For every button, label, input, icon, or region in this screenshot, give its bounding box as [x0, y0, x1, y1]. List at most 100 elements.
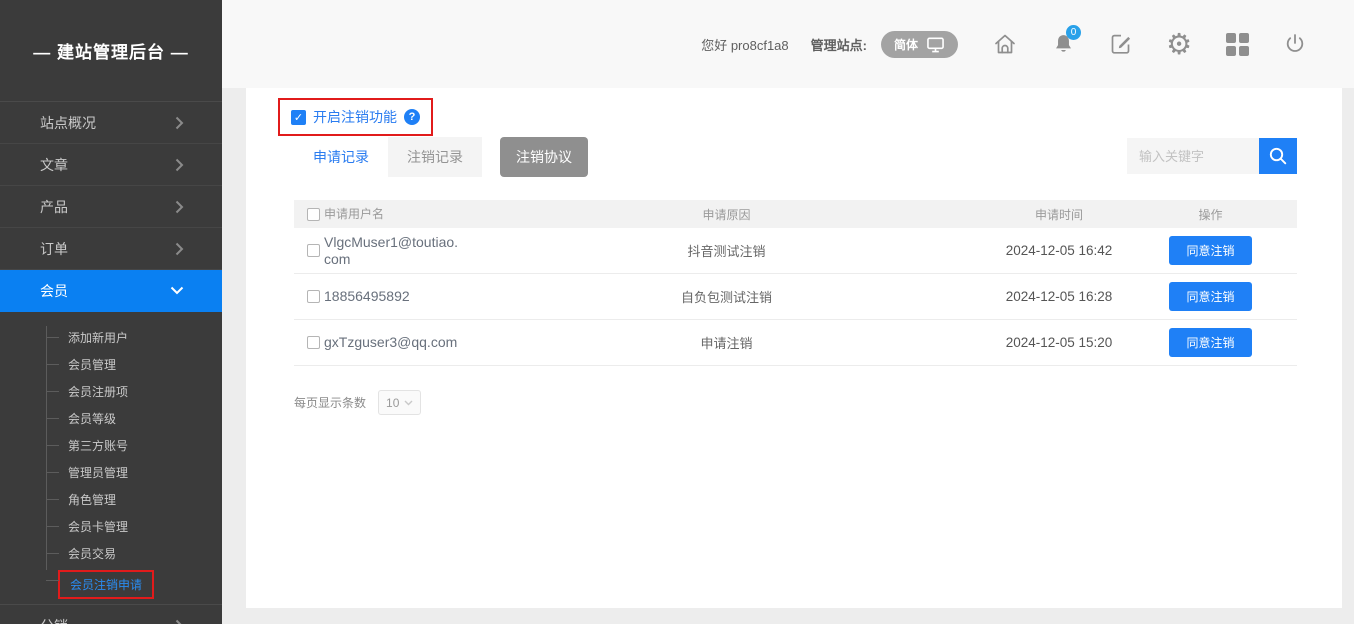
- logout-toggle-checkbox[interactable]: [291, 110, 306, 125]
- language-pill-label: 简体: [894, 36, 918, 53]
- sidebar-subitem-label: 会员等级: [68, 410, 116, 427]
- chevron-down-icon: [170, 286, 184, 295]
- language-site-pill[interactable]: 简体: [881, 31, 958, 58]
- help-icon[interactable]: ?: [404, 109, 420, 125]
- tab-application-records[interactable]: 申请记录: [294, 137, 388, 177]
- chevron-right-icon: [175, 200, 184, 214]
- search-bar: [1127, 138, 1297, 174]
- cell-reason: 抖音测试注销: [459, 241, 994, 260]
- table-header: 申请用户名 申请原因 申请时间 操作: [294, 200, 1297, 228]
- app-logo: — 建站管理后台 —: [0, 0, 222, 101]
- sidebar-item-label: 分销: [40, 616, 68, 624]
- sidebar-subitem[interactable]: 角色管理: [0, 486, 222, 513]
- monitor-icon: [926, 36, 945, 53]
- tab-logout-records[interactable]: 注销记录: [388, 137, 482, 177]
- sidebar-item-label: 会员: [40, 281, 68, 301]
- agree-logout-button[interactable]: 同意注销: [1169, 282, 1251, 311]
- sidebar-subitem[interactable]: 会员等级: [0, 405, 222, 432]
- sidebar-menu: 站点概况 文章 产品: [0, 101, 222, 312]
- tab-logout-agreement[interactable]: 注销协议: [500, 137, 588, 177]
- sidebar-item-label: 文章: [40, 155, 68, 175]
- chevron-right-icon: [175, 116, 184, 130]
- apps-grid-icon[interactable]: [1224, 31, 1250, 57]
- sidebar-subitem-label: 角色管理: [68, 491, 116, 508]
- cell-time: 2024-12-05 15:20: [994, 335, 1124, 350]
- search-button[interactable]: [1259, 138, 1297, 174]
- sidebar-subitem-label: 会员卡管理: [68, 518, 128, 535]
- table-row: 18856495892 自负包测试注销 2024-12-05 16:28 同意注…: [294, 274, 1297, 320]
- search-input[interactable]: [1127, 138, 1259, 174]
- sidebar-item[interactable]: 站点概况: [0, 102, 222, 144]
- logout-toggle-highlight: 开启注销功能 ?: [278, 98, 433, 136]
- sidebar-subitem-label: 会员注销申请: [58, 570, 154, 599]
- sidebar-subitem[interactable]: 会员注册项: [0, 378, 222, 405]
- sidebar-subitem[interactable]: 管理员管理: [0, 459, 222, 486]
- sidebar-subitem-label: 会员交易: [68, 545, 116, 562]
- topbar: 您好 pro8cf1a8 管理站点: 简体 0 ⚙: [222, 0, 1354, 88]
- sidebar-subitem[interactable]: 会员注销申请: [0, 567, 222, 601]
- sidebar-subitem-label: 添加新用户: [68, 329, 128, 346]
- manage-site-label: 管理站点:: [811, 35, 867, 54]
- cell-username: gxTzguser3@qq.com: [324, 334, 459, 351]
- sidebar-item[interactable]: 会员: [0, 270, 222, 312]
- cell-reason: 申请注销: [459, 333, 994, 352]
- chevron-right-icon: [175, 619, 184, 624]
- sidebar-item-distribution[interactable]: 分销: [0, 604, 222, 624]
- bell-icon[interactable]: 0: [1050, 31, 1076, 57]
- search-icon: [1268, 146, 1288, 166]
- sidebar-item-label: 站点概况: [40, 113, 96, 133]
- header-action: 操作: [1124, 206, 1297, 223]
- header-time: 申请时间: [994, 206, 1124, 223]
- sidebar-subitem-label: 会员管理: [68, 356, 116, 373]
- main-panel: 开启注销功能 ? 申请记录 注销记录 注销协议 申请用户名 申请原因 申请时间 …: [246, 88, 1342, 608]
- sidebar-subitem-label: 管理员管理: [68, 464, 128, 481]
- row-checkbox[interactable]: [307, 290, 320, 303]
- notification-badge: 0: [1066, 25, 1081, 40]
- gear-icon[interactable]: ⚙: [1166, 31, 1192, 57]
- row-checkbox[interactable]: [307, 336, 320, 349]
- user-greeting: 您好 pro8cf1a8: [701, 35, 788, 54]
- cell-time: 2024-12-05 16:28: [994, 289, 1124, 304]
- sidebar-subitem[interactable]: 第三方账号: [0, 432, 222, 459]
- sidebar: — 建站管理后台 — 站点概况 文章: [0, 0, 222, 624]
- sidebar-submenu: 添加新用户 会员管理 会员注册项 会员等级 第三方账号 管理员管理 角色管理: [0, 312, 222, 601]
- table-row: gxTzguser3@qq.com 申请注销 2024-12-05 15:20 …: [294, 320, 1297, 366]
- per-page-label: 每页显示条数: [294, 394, 366, 411]
- agree-logout-button[interactable]: 同意注销: [1169, 236, 1251, 265]
- sidebar-item[interactable]: 产品: [0, 186, 222, 228]
- per-page-value: 10: [386, 396, 399, 410]
- home-icon[interactable]: [992, 31, 1018, 57]
- sidebar-item-label: 订单: [40, 239, 68, 259]
- logout-toggle-label[interactable]: 开启注销功能: [313, 107, 397, 127]
- edit-icon[interactable]: [1108, 31, 1134, 57]
- row-checkbox[interactable]: [307, 244, 320, 257]
- power-icon[interactable]: [1282, 31, 1308, 57]
- cell-time: 2024-12-05 16:42: [994, 243, 1124, 258]
- cell-reason: 自负包测试注销: [459, 287, 994, 306]
- chevron-right-icon: [175, 242, 184, 256]
- sidebar-subitem[interactable]: 添加新用户: [0, 324, 222, 351]
- sidebar-subitem-label: 第三方账号: [68, 437, 128, 454]
- per-page-select[interactable]: 10: [378, 390, 421, 415]
- select-all-checkbox[interactable]: [307, 208, 320, 221]
- sidebar-subitem-label: 会员注册项: [68, 383, 128, 400]
- sidebar-item[interactable]: 文章: [0, 144, 222, 186]
- sidebar-subitem[interactable]: 会员卡管理: [0, 513, 222, 540]
- sidebar-subitem[interactable]: 会员管理: [0, 351, 222, 378]
- sidebar-subitem[interactable]: 会员交易: [0, 540, 222, 567]
- applications-table: 申请用户名 申请原因 申请时间 操作 VlgcMuser1@toutiao.co…: [294, 200, 1297, 366]
- pagination: 每页显示条数 10: [294, 390, 421, 415]
- table-row: VlgcMuser1@toutiao.com 抖音测试注销 2024-12-05…: [294, 228, 1297, 274]
- gear-glyph: ⚙: [1166, 31, 1192, 57]
- agree-logout-button[interactable]: 同意注销: [1169, 328, 1251, 357]
- sidebar-item[interactable]: 订单: [0, 228, 222, 270]
- cell-username: VlgcMuser1@toutiao.com: [324, 234, 459, 268]
- header-username: 申请用户名: [324, 207, 459, 221]
- chevron-down-icon: [404, 400, 413, 406]
- tab-bar: 申请记录 注销记录 注销协议: [294, 137, 588, 177]
- header-reason: 申请原因: [459, 206, 994, 223]
- sidebar-item-label: 产品: [40, 197, 68, 217]
- chevron-right-icon: [175, 158, 184, 172]
- cell-username: 18856495892: [324, 288, 459, 305]
- table-body: VlgcMuser1@toutiao.com 抖音测试注销 2024-12-05…: [294, 228, 1297, 366]
